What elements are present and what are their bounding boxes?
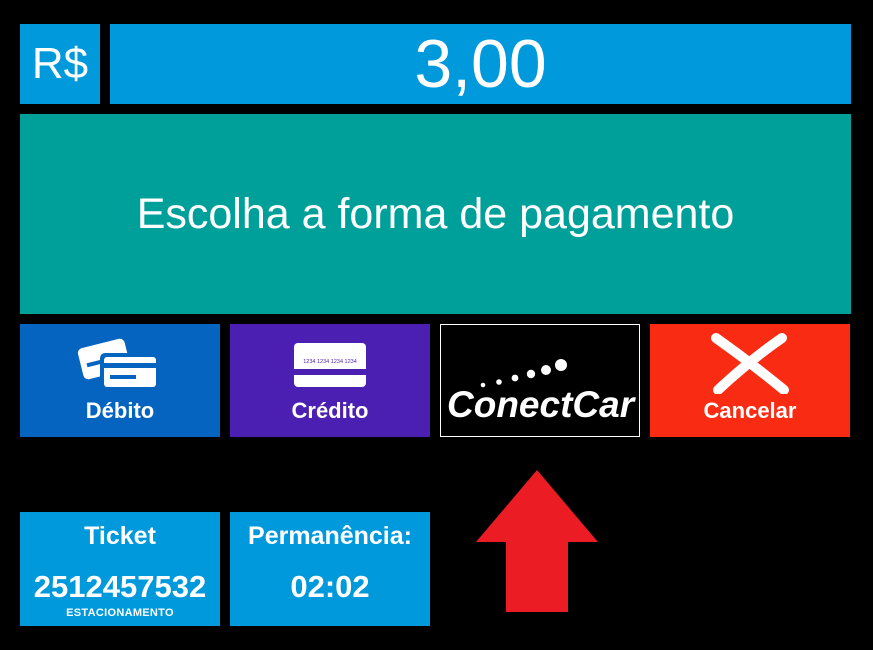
cancel-button[interactable]: Cancelar <box>650 324 850 437</box>
conectcar-label: ConectCar <box>447 384 637 421</box>
ticket-title: Ticket <box>84 522 156 550</box>
credit-card-icon: 1234 1234 1234 1234 <box>293 332 367 394</box>
currency-symbol: R$ <box>20 24 100 104</box>
debit-button[interactable]: Débito <box>20 324 220 437</box>
ticket-number: 2512457532 <box>33 569 207 604</box>
credit-button[interactable]: 1234 1234 1234 1234 Crédito <box>230 324 430 437</box>
debit-label: Débito <box>85 398 155 423</box>
debit-cards-icon <box>74 332 166 394</box>
cancel-label: Cancelar <box>703 398 797 423</box>
amount-display: 3,00 <box>110 24 851 104</box>
payment-prompt: Escolha a forma de pagamento <box>20 114 851 314</box>
credit-label: Crédito <box>291 398 369 423</box>
close-icon <box>710 332 790 394</box>
permanence-title: Permanência: <box>248 522 412 550</box>
conectcar-logo: ConectCar <box>447 358 637 421</box>
ticket-panel: Ticket 2512457532 ESTACIONAMENTO <box>20 512 220 626</box>
conectcar-button[interactable]: ConectCar <box>440 324 640 437</box>
permanence-value: 02:02 <box>290 569 370 604</box>
ticket-subtitle: ESTACIONAMENTO <box>66 607 174 619</box>
card-number-text: 1234 1234 1234 1234 <box>303 359 357 365</box>
up-arrow-icon <box>476 470 598 612</box>
permanence-panel: Permanência: 02:02 <box>230 512 430 626</box>
